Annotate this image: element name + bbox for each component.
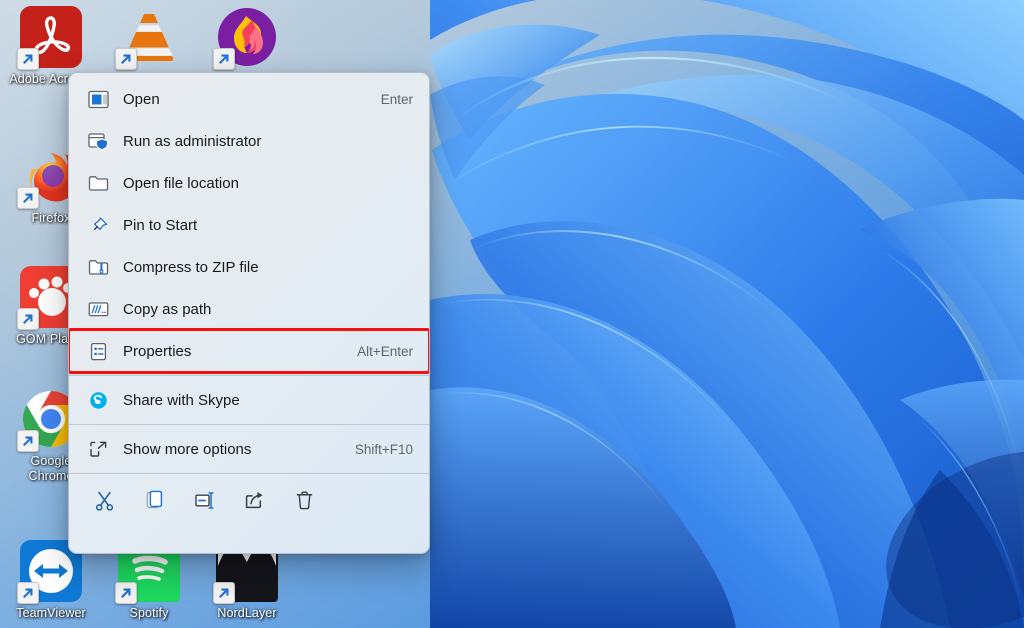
desktop-icon-label: TeamViewer	[8, 606, 94, 621]
shortcut-arrow-icon	[213, 582, 235, 604]
desktop-icon-label: NordLayer	[204, 606, 290, 621]
menu-item-share-with-skype[interactable]: Share with Skype	[69, 379, 429, 421]
menu-item-accelerator: Shift+F10	[355, 442, 413, 457]
menu-item-label: Properties	[113, 343, 357, 360]
menu-separator	[69, 424, 429, 425]
copy-path-icon	[83, 296, 113, 322]
menu-separator	[69, 473, 429, 474]
purple-flame-icon-wrap	[216, 6, 278, 68]
menu-item-accelerator: Enter	[381, 92, 413, 107]
skype-icon	[83, 387, 113, 413]
menu-item-pin-to-start[interactable]: Pin to Start	[69, 204, 429, 246]
properties-icon	[83, 338, 113, 364]
context-menu-toolbar[interactable]	[69, 477, 429, 529]
cut-button[interactable]	[79, 483, 129, 523]
desktop-icon-label: Spotify	[106, 606, 192, 621]
open-window-icon	[83, 86, 113, 112]
vlc-cone-icon-wrap	[118, 6, 180, 68]
shortcut-arrow-icon	[115, 48, 137, 70]
share-icon	[244, 490, 265, 516]
shortcut-arrow-icon	[213, 48, 235, 70]
delete-button[interactable]	[279, 483, 329, 523]
menu-item-label: Pin to Start	[113, 217, 413, 234]
share-button[interactable]	[229, 483, 279, 523]
copy-button[interactable]	[129, 483, 179, 523]
scissors-icon	[94, 490, 115, 516]
shortcut-arrow-icon	[17, 430, 39, 452]
menu-item-label: Run as administrator	[113, 133, 413, 150]
menu-item-label: Open	[113, 91, 381, 108]
shortcut-arrow-icon	[17, 582, 39, 604]
menu-item-label: Compress to ZIP file	[113, 259, 413, 276]
menu-item-label: Open file location	[113, 175, 413, 192]
menu-item-run-as-administrator[interactable]: Run as administrator	[69, 120, 429, 162]
shortcut-arrow-icon	[115, 582, 137, 604]
shortcut-arrow-icon	[17, 187, 39, 209]
shortcut-arrow-icon	[17, 308, 39, 330]
shortcut-arrow-icon	[17, 48, 39, 70]
menu-item-label: Show more options	[113, 441, 355, 458]
menu-item-label: Share with Skype	[113, 392, 413, 409]
shield-window-icon	[83, 128, 113, 154]
rename-button[interactable]	[179, 483, 229, 523]
pin-icon	[83, 212, 113, 238]
adobe-acrobat-icon-wrap	[20, 6, 82, 68]
menu-item-open[interactable]: Open Enter	[69, 78, 429, 120]
menu-item-copy-as-path[interactable]: Copy as path	[69, 288, 429, 330]
zip-folder-icon	[83, 254, 113, 280]
trash-icon	[294, 490, 315, 516]
menu-item-label: Copy as path	[113, 301, 413, 318]
menu-separator	[69, 375, 429, 376]
rename-icon	[194, 490, 215, 516]
desktop[interactable]: Adobe Acrobat VLC media player	[0, 0, 1024, 628]
context-menu[interactable]: Open Enter Run as administrator Ope	[68, 72, 430, 554]
copy-icon	[144, 490, 165, 516]
show-more-icon	[83, 436, 113, 462]
menu-item-show-more-options[interactable]: Show more options Shift+F10	[69, 428, 429, 470]
folder-icon	[83, 170, 113, 196]
menu-item-properties[interactable]: Properties Alt+Enter	[69, 330, 429, 372]
menu-item-compress-to-zip-file[interactable]: Compress to ZIP file	[69, 246, 429, 288]
menu-item-open-file-location[interactable]: Open file location	[69, 162, 429, 204]
menu-item-accelerator: Alt+Enter	[357, 344, 413, 359]
